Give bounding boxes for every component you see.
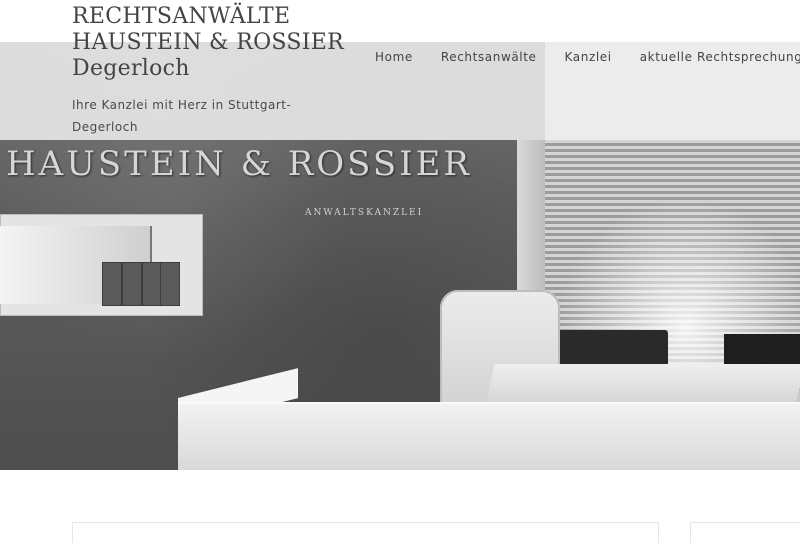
hero-book [160, 262, 180, 306]
nav-kanzlei[interactable]: Kanzlei [565, 50, 612, 64]
site-title[interactable]: RECHTSANWÄLTE HAUSTEIN & ROSSIER Degerlo… [72, 4, 344, 82]
site-title-line3[interactable]: Degerloch [72, 56, 344, 82]
main-nav: Home Rechtsanwälte Kanzlei aktuelle Rech… [375, 50, 800, 64]
hero-book [102, 262, 122, 306]
nav-aktuelle-rechtsprechung[interactable]: aktuelle Rechtsprechung [640, 50, 800, 64]
site-title-line1[interactable]: RECHTSANWÄLTE [72, 4, 344, 30]
hero-wall-sign-subtext: ANWALTSKANZLEI [305, 208, 424, 218]
site-tagline: Ihre Kanzlei mit Herz in Stuttgart-Deger… [72, 98, 292, 134]
hero-book [142, 262, 162, 306]
nav-home[interactable]: Home [375, 50, 413, 64]
hero-book [122, 262, 142, 306]
site-title-line2[interactable]: HAUSTEIN & ROSSIER [72, 30, 344, 56]
hero-reception-counter [178, 402, 800, 470]
nav-rechtsanwaelte[interactable]: Rechtsanwälte [441, 50, 537, 64]
hero-wall-sign: HAUSTEIN & ROSSIER [6, 144, 473, 184]
hero-desk [485, 364, 800, 406]
